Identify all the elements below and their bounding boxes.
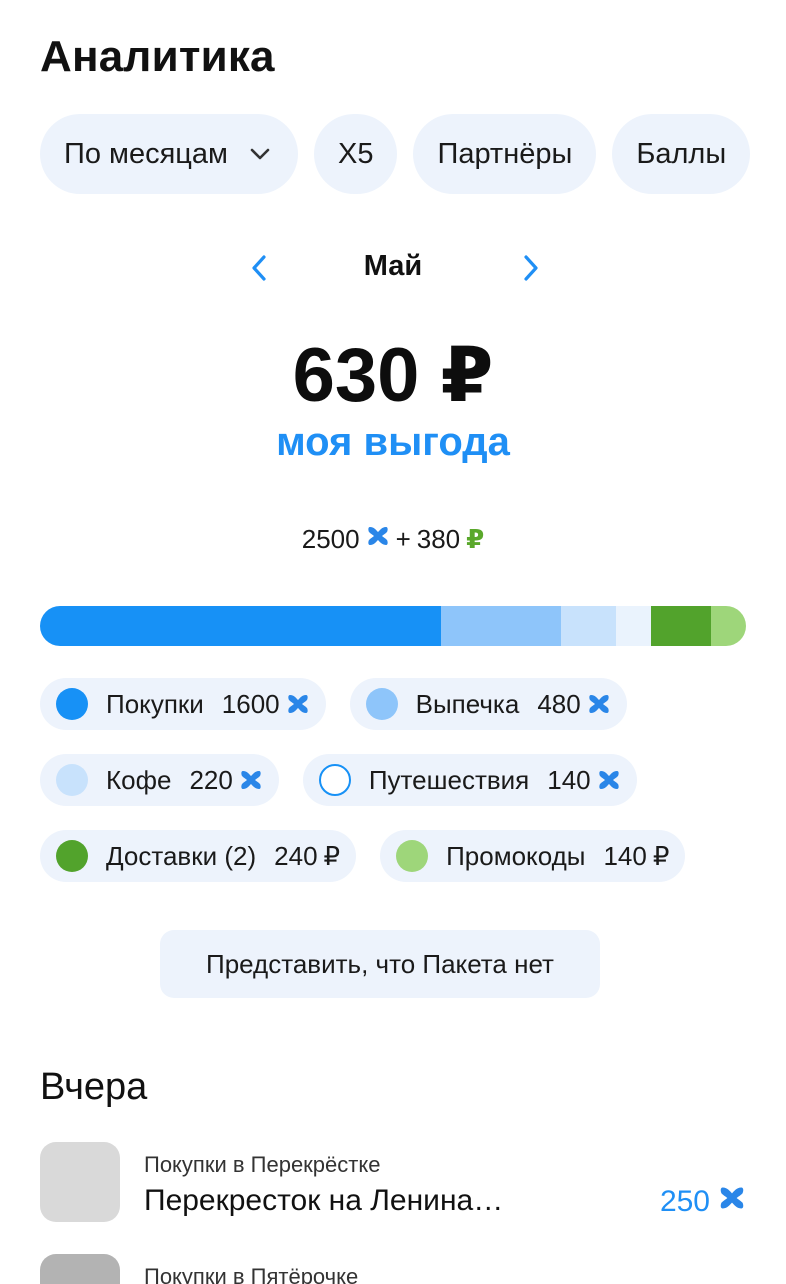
filter-partners[interactable]: Партнёры xyxy=(413,114,597,194)
legend-label: Выпечка xyxy=(415,688,520,719)
bar-segment-5 xyxy=(710,606,746,646)
legend-item[interactable]: Кофе 220 xyxy=(40,754,279,806)
transaction-item[interactable]: Покупки в Перекрёстке Перекресток на Лен… xyxy=(40,1142,746,1222)
legend-dot-icon xyxy=(56,764,88,796)
legend-label: Путешествия xyxy=(368,764,530,795)
breakdown-points-value: 2500 xyxy=(301,524,360,554)
filter-points[interactable]: Баллы xyxy=(612,114,751,194)
breakdown-rubles-value: 380 xyxy=(416,524,461,554)
month-label: Май xyxy=(363,250,423,282)
savings-legend: Покупки 1600 Выпечка 480 Кофе 220 Путешествия 1… xyxy=(40,678,760,906)
legend-value: 140 xyxy=(547,764,591,795)
transaction-category: Покупки в Пятёрочке xyxy=(144,1264,359,1284)
savings-stacked-bar xyxy=(40,606,746,646)
x5-points-icon xyxy=(239,768,263,792)
transaction-category: Покупки в Перекрёстке xyxy=(144,1152,381,1177)
chevron-right-icon[interactable] xyxy=(510,248,550,288)
x5-points-icon xyxy=(597,768,621,792)
ruble-icon: ₽ xyxy=(466,524,485,554)
transaction-thumbnail xyxy=(40,1142,120,1222)
legend-value: 220 xyxy=(189,764,233,795)
chevron-down-icon xyxy=(246,140,274,168)
ruble-icon: ₽ xyxy=(652,840,670,871)
filter-x5[interactable]: X5 xyxy=(313,114,398,194)
legend-item[interactable]: Промокоды 140 ₽ xyxy=(380,830,686,882)
legend-row: Доставки (2) 240 ₽ Промокоды 140 ₽ xyxy=(40,830,760,882)
legend-dot-icon xyxy=(56,840,88,872)
legend-label: Доставки (2) xyxy=(106,840,257,871)
legend-dot-icon xyxy=(396,840,429,872)
filter-partners-label: Партнёры xyxy=(437,137,573,170)
filter-points-label: Баллы xyxy=(636,137,727,170)
legend-row: Покупки 1600 Выпечка 480 xyxy=(40,678,760,730)
legend-dot-icon xyxy=(318,764,351,796)
bar-segment-2 xyxy=(560,606,616,646)
bar-segment-0 xyxy=(40,606,441,646)
bar-segment-1 xyxy=(440,606,561,646)
legend-dot-icon xyxy=(56,688,88,720)
x5-points-icon xyxy=(587,692,611,716)
page-title: Аналитика xyxy=(40,32,275,81)
filter-period-label: По месяцам xyxy=(64,137,228,170)
x5-points-icon xyxy=(718,1184,746,1220)
transaction-amount: 250 xyxy=(660,1184,746,1220)
legend-label: Покупки xyxy=(106,688,204,719)
filter-bar: По месяцам X5 Партнёры Баллы xyxy=(40,114,751,194)
bar-segment-3 xyxy=(615,606,651,646)
section-title-yesterday: Вчера xyxy=(40,1066,148,1108)
legend-label: Промокоды xyxy=(446,840,586,871)
month-navigator: Май xyxy=(0,244,786,292)
savings-breakdown: 2500 + 380 ₽ xyxy=(0,524,786,555)
filter-period-dropdown[interactable]: По месяцам xyxy=(40,114,298,194)
transaction-thumbnail xyxy=(40,1254,120,1284)
savings-subtitle: моя выгода xyxy=(276,420,510,464)
ruble-icon: ₽ xyxy=(323,840,341,871)
imagine-no-package-button[interactable]: Представить, что Пакета нет xyxy=(160,930,600,998)
legend-item[interactable]: Выпечка 480 xyxy=(349,678,627,730)
legend-label: Кофе xyxy=(106,764,172,795)
transaction-item[interactable]: Покупки в Пятёрочке xyxy=(40,1254,746,1284)
legend-item[interactable]: Покупки 1600 xyxy=(40,678,326,730)
legend-value: 480 xyxy=(537,688,581,719)
x5-points-icon xyxy=(366,524,390,555)
legend-value: 240 xyxy=(274,840,318,871)
x5-points-icon xyxy=(286,692,310,716)
transaction-amount-value: 250 xyxy=(659,1185,710,1218)
savings-amount: 630 ₽ xyxy=(292,333,494,418)
filter-x5-label: X5 xyxy=(337,137,374,170)
transaction-name: Перекресток на Ленина… xyxy=(144,1184,504,1217)
legend-value: 140 xyxy=(603,840,647,871)
legend-row: Кофе 220 Путешествия 140 xyxy=(40,754,760,806)
legend-item[interactable]: Доставки (2) 240 ₽ xyxy=(40,830,357,882)
breakdown-plus: + xyxy=(395,524,411,554)
legend-dot-icon xyxy=(365,688,398,720)
bar-segment-4 xyxy=(650,606,711,646)
legend-value: 1600 xyxy=(221,688,280,719)
legend-item[interactable]: Путешествия 140 xyxy=(302,754,637,806)
